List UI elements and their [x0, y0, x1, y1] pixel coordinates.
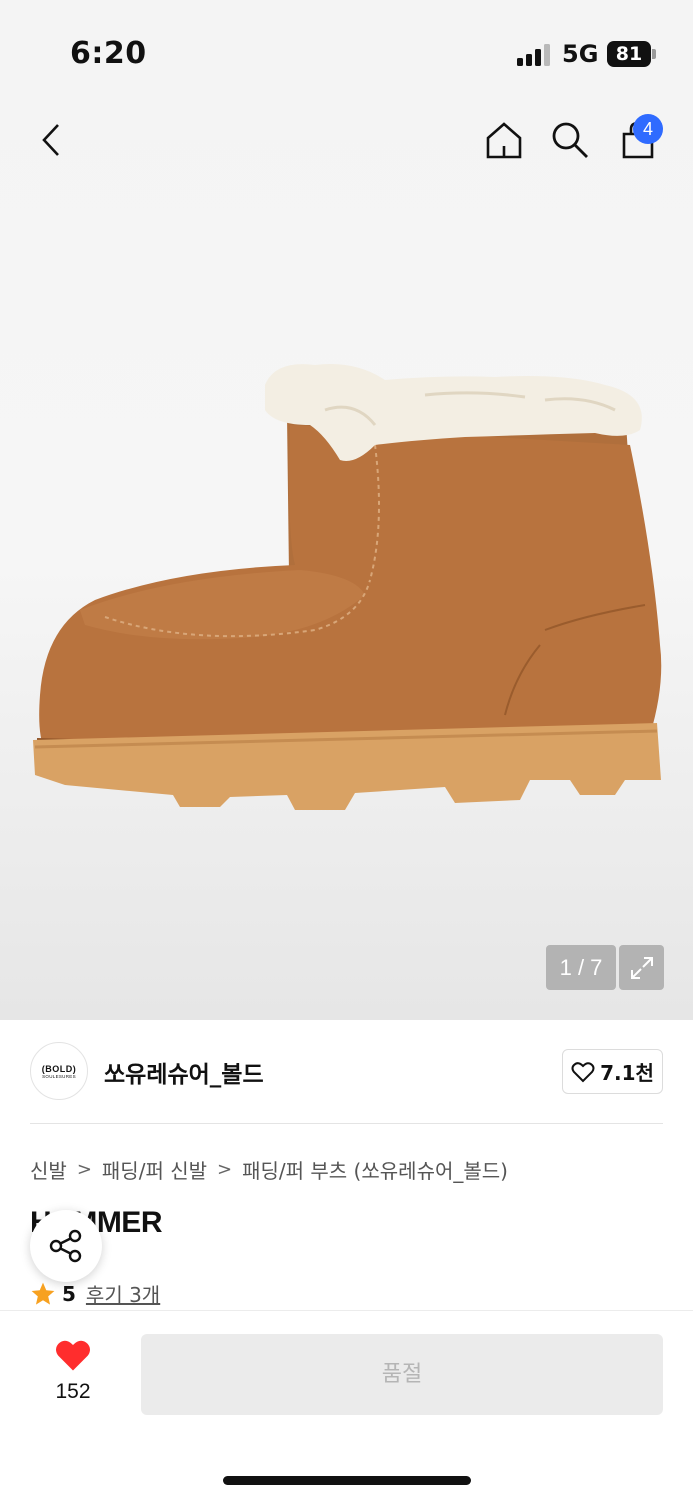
expand-button[interactable] — [619, 945, 664, 990]
chevron-right-icon: > — [217, 1159, 233, 1180]
product-image — [33, 364, 662, 810]
brand-name[interactable]: 쏘유레슈어_볼드 — [104, 1055, 264, 1089]
search-button[interactable] — [546, 116, 594, 164]
breadcrumb-item[interactable]: 패딩/퍼 부츠 (쏘유레슈어_볼드) — [242, 1155, 508, 1184]
rating: 5 후기 3개 — [30, 1279, 160, 1308]
breadcrumb-item[interactable]: 패딩/퍼 신발 — [102, 1155, 207, 1184]
search-icon — [552, 122, 588, 158]
expand-icon — [630, 956, 653, 979]
star-icon — [31, 1282, 55, 1305]
status-bar: 6:20 5G 81 — [0, 0, 693, 100]
brand-logo-line1: (BOLD) — [41, 1063, 77, 1074]
wish-count: 152 — [55, 1380, 91, 1403]
battery-cap — [652, 49, 656, 59]
battery-icon: 81 — [607, 41, 651, 67]
back-button[interactable] — [28, 116, 76, 164]
brand-logo-line2: SOULESURES — [42, 1073, 76, 1079]
heart-filled-icon — [56, 1340, 90, 1371]
signal-icon — [517, 44, 551, 66]
brand-like-count: 7.1천 — [600, 1061, 654, 1085]
share-button[interactable] — [30, 1210, 102, 1282]
cart-count-badge: 4 — [633, 114, 663, 144]
sold-out-button[interactable]: 품절 — [141, 1334, 663, 1415]
breadcrumb: 신발 > 패딩/퍼 신발 > 패딩/퍼 부츠 (쏘유레슈어_볼드) — [30, 1155, 508, 1184]
wish-button[interactable]: 152 — [40, 1338, 106, 1404]
brand-like-button[interactable]: 7.1천 — [562, 1049, 663, 1094]
home-indicator — [223, 1476, 471, 1485]
heart-outline-icon — [571, 1061, 595, 1082]
brand-logo[interactable]: (BOLD) SOULESURES — [30, 1042, 88, 1100]
review-link[interactable]: 후기 3개 — [86, 1279, 160, 1308]
home-icon — [486, 122, 522, 159]
rating-score: 5 — [62, 1281, 76, 1306]
home-button[interactable] — [480, 116, 528, 164]
divider — [30, 1123, 663, 1124]
chevron-left-icon — [42, 124, 59, 156]
chevron-right-icon: > — [76, 1159, 92, 1180]
breadcrumb-item[interactable]: 신발 — [30, 1155, 67, 1184]
image-counter: 1 / 7 — [546, 945, 616, 990]
share-icon — [49, 1229, 82, 1263]
network-label: 5G — [562, 40, 599, 68]
status-time: 6:20 — [70, 36, 147, 71]
